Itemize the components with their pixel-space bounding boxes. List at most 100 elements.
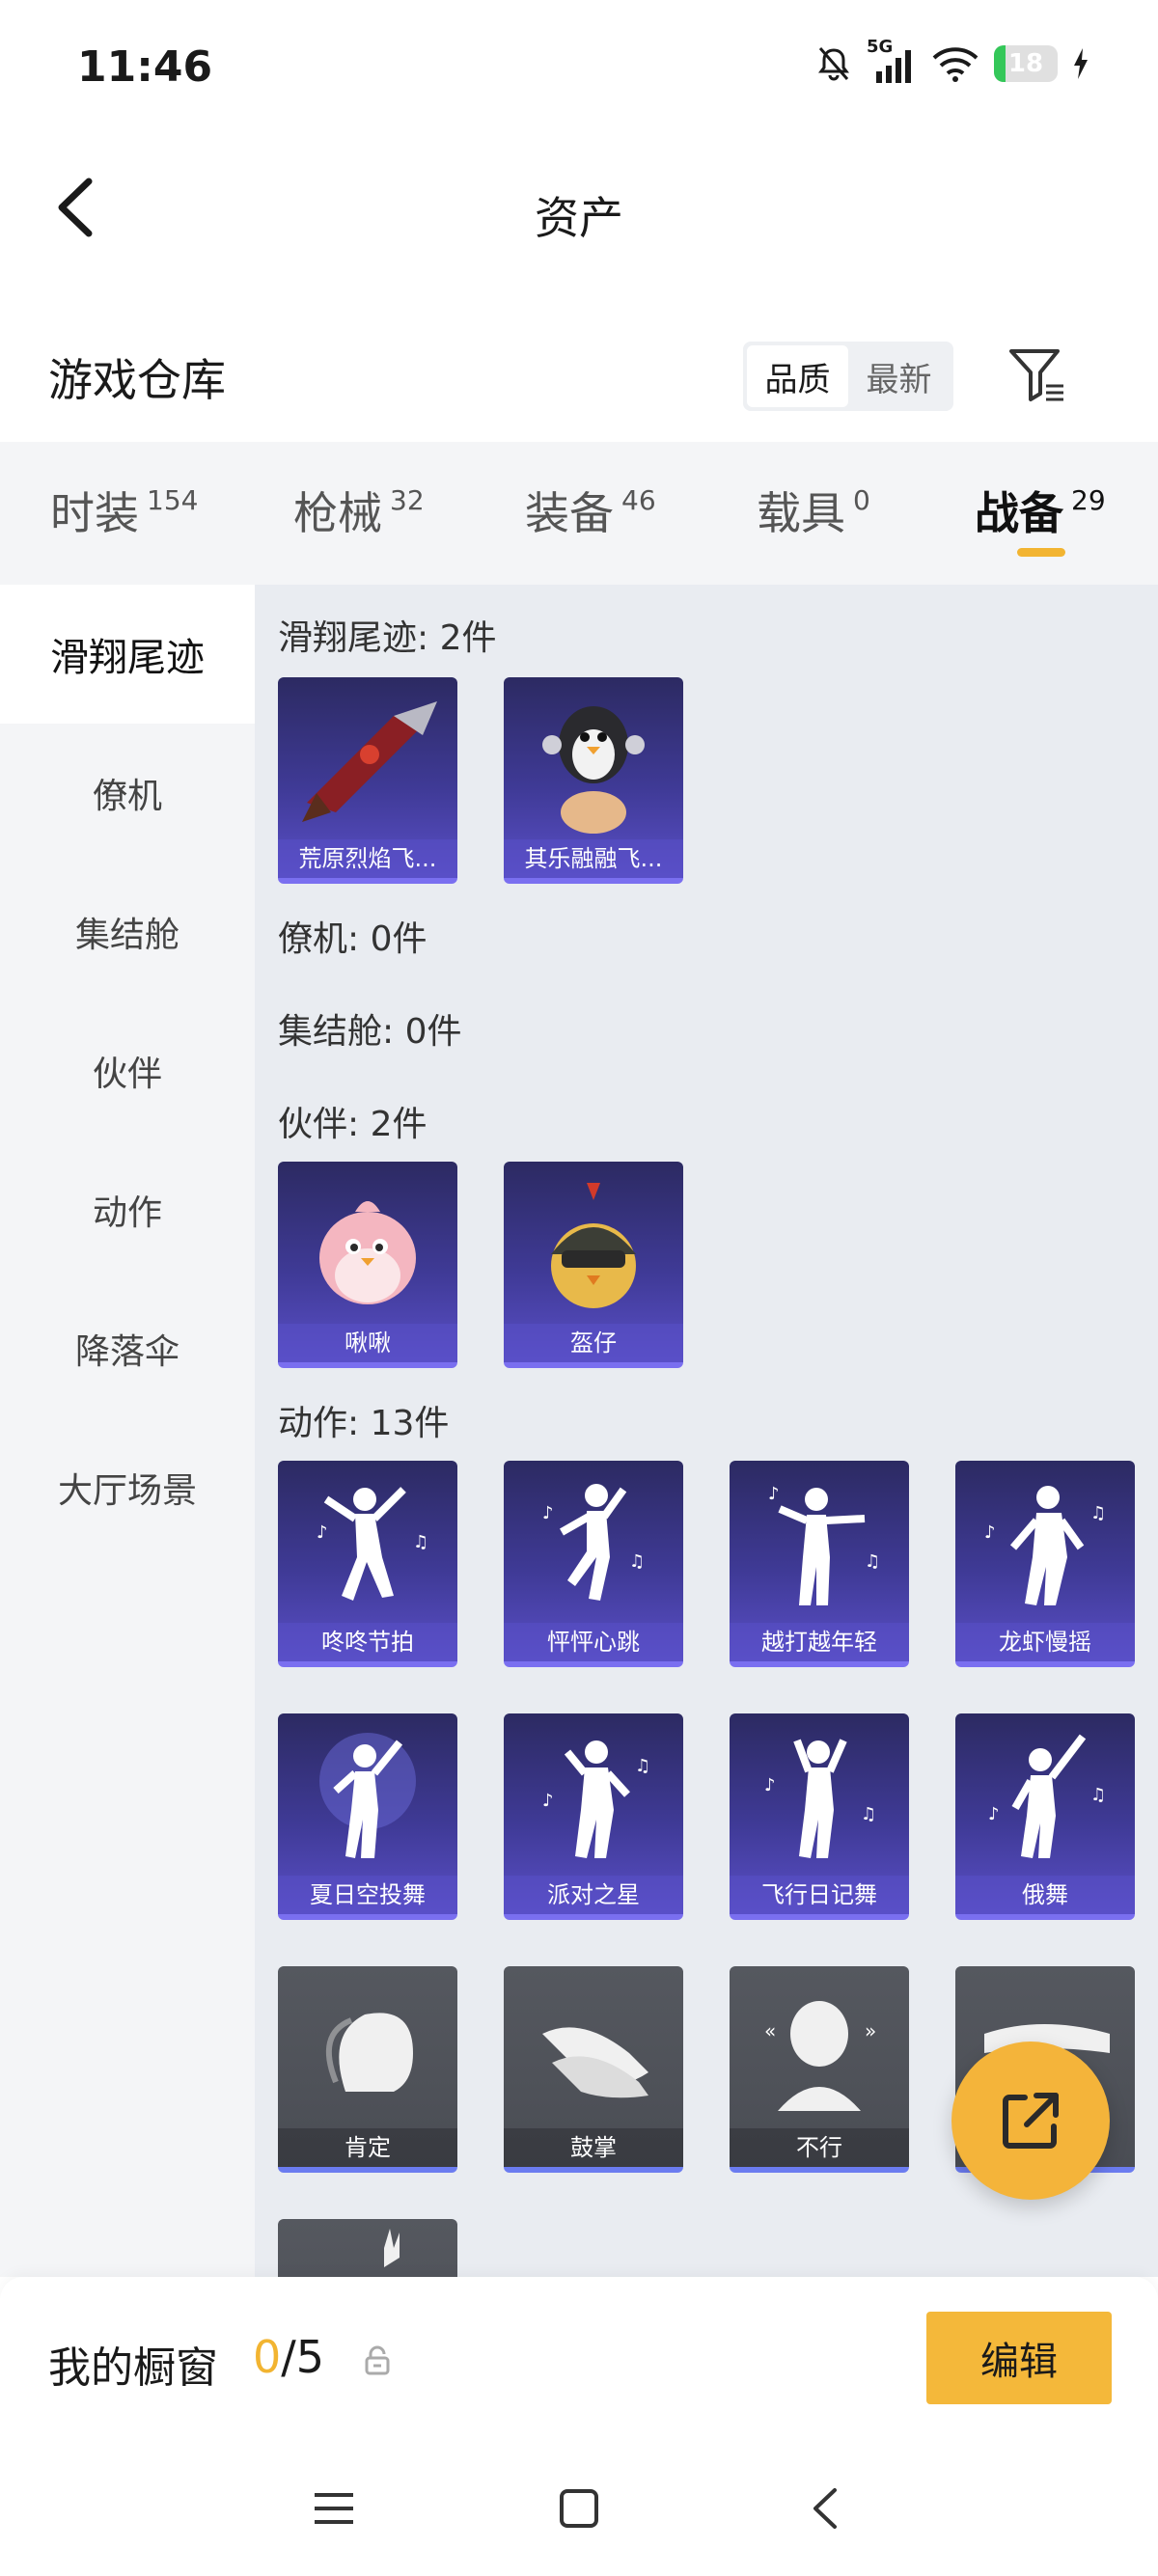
app-header: 资产 — [0, 135, 1158, 280]
tab-label: 装备 — [525, 487, 614, 539]
item-list: 滑翔尾迹: 2件 荒原烈焰飞... 其乐融融飞... 僚机: 0件 集结舱: 0… — [255, 585, 1158, 2277]
status-time: 11:46 — [77, 42, 213, 92]
item-card[interactable] — [278, 2219, 457, 2277]
svg-text:♫: ♫ — [413, 1532, 428, 1552]
showcase-total: /5 — [281, 2331, 325, 2383]
svg-text:♪: ♪ — [988, 1804, 1000, 1824]
svg-text:♫: ♫ — [1090, 1785, 1106, 1805]
wifi-icon — [932, 47, 979, 82]
svg-text:♪: ♪ — [542, 1791, 554, 1811]
share-button[interactable] — [951, 2042, 1110, 2200]
dance-silhouette-image: ♪♫ — [542, 1740, 650, 1858]
item-name: 咚咚节拍 — [278, 1623, 457, 1661]
item-card[interactable]: 鼓掌 — [504, 1966, 683, 2173]
tab-label: 枪械 — [293, 487, 382, 539]
tab-equipment[interactable]: 装备 46 — [525, 479, 656, 542]
tab-count: 0 — [853, 484, 870, 516]
svg-text:♪: ♪ — [984, 1522, 996, 1543]
sidebar-item-lobby-scene[interactable]: 大厅场景 — [0, 1418, 255, 1557]
page-title: 资产 — [535, 192, 623, 244]
clapping-hands-image — [542, 2027, 648, 2098]
showcase-title: 我的橱窗 — [48, 2343, 218, 2393]
mute-bell-icon — [818, 47, 849, 81]
item-card[interactable]: 盔仔 — [504, 1162, 683, 1368]
item-name: 越打越年轻 — [730, 1623, 909, 1661]
svg-text:♪: ♪ — [542, 1503, 554, 1523]
dance-silhouette-image: ♪♫ — [764, 1739, 876, 1858]
section-title-wingman: 僚机: 0件 — [278, 919, 427, 959]
subcategory-sidebar: 滑翔尾迹 僚机 集结舱 伙伴 动作 降落伞 大厅场景 — [0, 585, 255, 2277]
item-card[interactable]: ♪ ♫ 派对之星 — [504, 1713, 683, 1920]
section-title-assembly-capsule: 集结舱: 0件 — [278, 1012, 462, 1052]
item-name: 俄舞 — [955, 1876, 1135, 1914]
tab-label: 战备 — [975, 487, 1063, 539]
head-shake-image: «» — [764, 2001, 876, 2111]
item-name: 飞行日记舞 — [730, 1876, 909, 1914]
charging-bolt-icon — [1074, 48, 1088, 79]
item-name: 其乐融融飞... — [504, 839, 683, 878]
item-card[interactable]: ♪ ♫ 龙虾慢摇 — [955, 1461, 1135, 1667]
item-card[interactable]: 肯定 — [278, 1966, 457, 2173]
home-button[interactable] — [550, 2480, 608, 2537]
back-arrow-icon — [813, 2488, 837, 2529]
item-card[interactable]: 啾啾 — [278, 1162, 457, 1368]
section-title-emote: 动作: 13件 — [278, 1404, 450, 1443]
filter-icon — [1009, 349, 1063, 401]
showcase-current: 0 — [253, 2331, 282, 2383]
svg-text:♫: ♫ — [865, 1551, 880, 1572]
sidebar-item-partner[interactable]: 伙伴 — [0, 1001, 255, 1140]
dance-silhouette-image: ♪♫ — [542, 1484, 645, 1601]
sidebar-item-assembly-capsule[interactable]: 集结舱 — [0, 863, 255, 1001]
item-card[interactable]: 其乐融融飞... — [504, 677, 683, 884]
penguin-glider-image — [542, 706, 645, 834]
cellular-signal-icon: 5G — [867, 37, 917, 85]
tab-battle-prep[interactable]: 战备 29 — [975, 479, 1106, 542]
system-back-button[interactable] — [795, 2480, 853, 2537]
recent-apps-button[interactable] — [305, 2480, 363, 2537]
active-tab-indicator — [1017, 548, 1065, 557]
status-icons: 5G 18 — [814, 37, 1090, 85]
flame-glider-image — [302, 701, 437, 822]
item-name: 夏日空投舞 — [278, 1876, 457, 1914]
lock-icon — [365, 2345, 390, 2375]
item-card[interactable]: «» 不行 — [730, 1966, 909, 2173]
item-card[interactable]: 荒原烈焰飞... — [278, 677, 457, 884]
sort-by-quality-button[interactable]: 品质 — [747, 345, 848, 407]
sidebar-item-emote[interactable]: 动作 — [0, 1140, 255, 1279]
tab-fashion[interactable]: 时装 154 — [50, 479, 198, 542]
sidebar-item-parachute[interactable]: 降落伞 — [0, 1279, 255, 1418]
tab-count: 29 — [1071, 484, 1106, 516]
dance-silhouette-image — [319, 1733, 416, 1858]
home-square-icon — [560, 2489, 598, 2528]
system-nav-bar — [0, 2441, 1158, 2576]
dance-silhouette-image: ♪♫ — [317, 1487, 428, 1601]
svg-text:«: « — [764, 2019, 776, 2042]
sidebar-item-glide-trail[interactable]: 滑翔尾迹 — [0, 585, 255, 724]
dance-silhouette-image: ♪♫ — [984, 1486, 1106, 1605]
item-card[interactable]: ♪ ♫ 越打越年轻 — [730, 1461, 909, 1667]
svg-text:♫: ♫ — [635, 1756, 650, 1776]
sidebar-item-wingman[interactable]: 僚机 — [0, 724, 255, 863]
item-card[interactable]: ♪ ♫ 咚咚节拍 — [278, 1461, 457, 1667]
tab-count: 154 — [147, 484, 199, 516]
showcase-bar: 我的橱窗 0/5 编辑 — [0, 2277, 1158, 2441]
item-name: 鼓掌 — [504, 2128, 683, 2167]
raised-hand-image — [384, 2229, 400, 2267]
item-card[interactable]: ♪ ♫ 怦怦心跳 — [504, 1461, 683, 1667]
helmet-chick-image — [551, 1183, 636, 1308]
item-card[interactable]: ♪ ♫ 飞行日记舞 — [730, 1713, 909, 1920]
warehouse-header: 游戏仓库 品质 最新 — [0, 318, 1158, 434]
tab-guns[interactable]: 枪械 32 — [293, 479, 425, 542]
edit-button[interactable]: 编辑 — [926, 2312, 1112, 2404]
sort-by-newest-button[interactable]: 最新 — [848, 345, 950, 407]
share-external-icon — [1003, 2093, 1059, 2149]
filter-button[interactable] — [1004, 342, 1071, 409]
svg-text:♫: ♫ — [861, 1804, 876, 1824]
warehouse-title: 游戏仓库 — [48, 354, 226, 406]
section-title-glide-trail: 滑翔尾迹: 2件 — [278, 618, 497, 658]
item-name: 不行 — [730, 2128, 909, 2167]
item-card[interactable]: 夏日空投舞 — [278, 1713, 457, 1920]
status-bar: 11:46 5G 18 — [0, 0, 1158, 135]
tab-vehicles[interactable]: 载具 0 — [757, 479, 870, 542]
item-card[interactable]: ♪ ♫ 俄舞 — [955, 1713, 1135, 1920]
